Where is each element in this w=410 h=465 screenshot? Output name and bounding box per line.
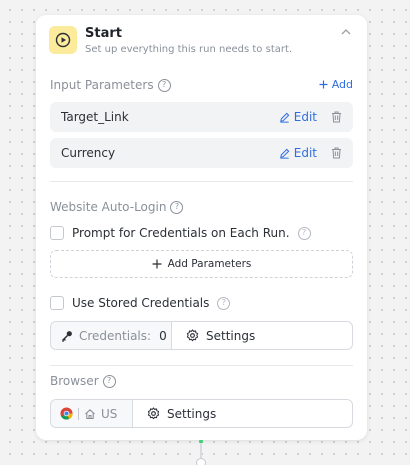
browser-region-display: US xyxy=(51,400,133,427)
chevron-up-icon[interactable] xyxy=(339,25,353,39)
parameter-row: Target_Link Edit xyxy=(50,102,353,132)
question-circle-icon[interactable]: ? xyxy=(297,226,311,240)
browser-settings-button[interactable]: Settings xyxy=(133,400,216,427)
input-parameters-label: Input Parameters ? xyxy=(50,78,171,92)
question-circle-icon[interactable]: ? xyxy=(157,78,171,92)
edit-parameter-button[interactable]: Edit xyxy=(279,110,317,124)
play-circle-icon xyxy=(49,26,77,54)
question-circle-icon[interactable]: ? xyxy=(217,296,231,310)
add-parameters-button[interactable]: Add Parameters xyxy=(50,250,353,278)
parameter-name: Currency xyxy=(61,146,116,160)
node-title: Start xyxy=(85,26,122,41)
key-icon xyxy=(61,330,72,342)
stored-credentials-option: Use Stored Credentials ? xyxy=(50,296,231,310)
pencil-icon xyxy=(279,148,290,159)
node-subtitle: Set up everything this run needs to star… xyxy=(85,44,293,55)
separator xyxy=(78,407,79,420)
parameter-row: Currency Edit xyxy=(50,138,353,168)
website-auto-login-label: Website Auto-Login ? xyxy=(50,200,184,214)
browser-label: Browser ? xyxy=(50,374,116,388)
question-circle-icon[interactable]: ? xyxy=(170,200,184,214)
connector-handle[interactable] xyxy=(196,458,206,465)
parameter-name: Target_Link xyxy=(61,110,129,124)
browser-bar: US Settings xyxy=(50,399,353,428)
credentials-bar: Credentials: 0 Settings xyxy=(50,321,353,350)
trash-icon[interactable] xyxy=(329,146,343,160)
credentials-settings-button[interactable]: Settings xyxy=(172,322,255,349)
plus-icon xyxy=(319,80,328,89)
plus-icon xyxy=(152,259,162,269)
gear-icon xyxy=(186,329,199,342)
question-circle-icon[interactable]: ? xyxy=(102,374,116,388)
chrome-icon xyxy=(60,407,73,420)
edit-parameter-button[interactable]: Edit xyxy=(279,146,317,160)
divider xyxy=(50,181,353,182)
start-node-card: Start Set up everything this run needs t… xyxy=(36,15,367,440)
credentials-count-display: Credentials: 0 xyxy=(51,322,172,349)
pencil-icon xyxy=(279,112,290,123)
connector-active-marker xyxy=(199,440,203,443)
prompt-credentials-checkbox[interactable] xyxy=(50,226,64,240)
gear-icon xyxy=(147,407,160,420)
home-icon xyxy=(85,408,95,419)
add-parameter-button[interactable]: Add xyxy=(319,78,353,91)
trash-icon[interactable] xyxy=(329,110,343,124)
divider xyxy=(50,365,353,366)
prompt-credentials-option: Prompt for Credentials on Each Run. ? xyxy=(50,226,311,240)
stored-credentials-checkbox[interactable] xyxy=(50,296,64,310)
